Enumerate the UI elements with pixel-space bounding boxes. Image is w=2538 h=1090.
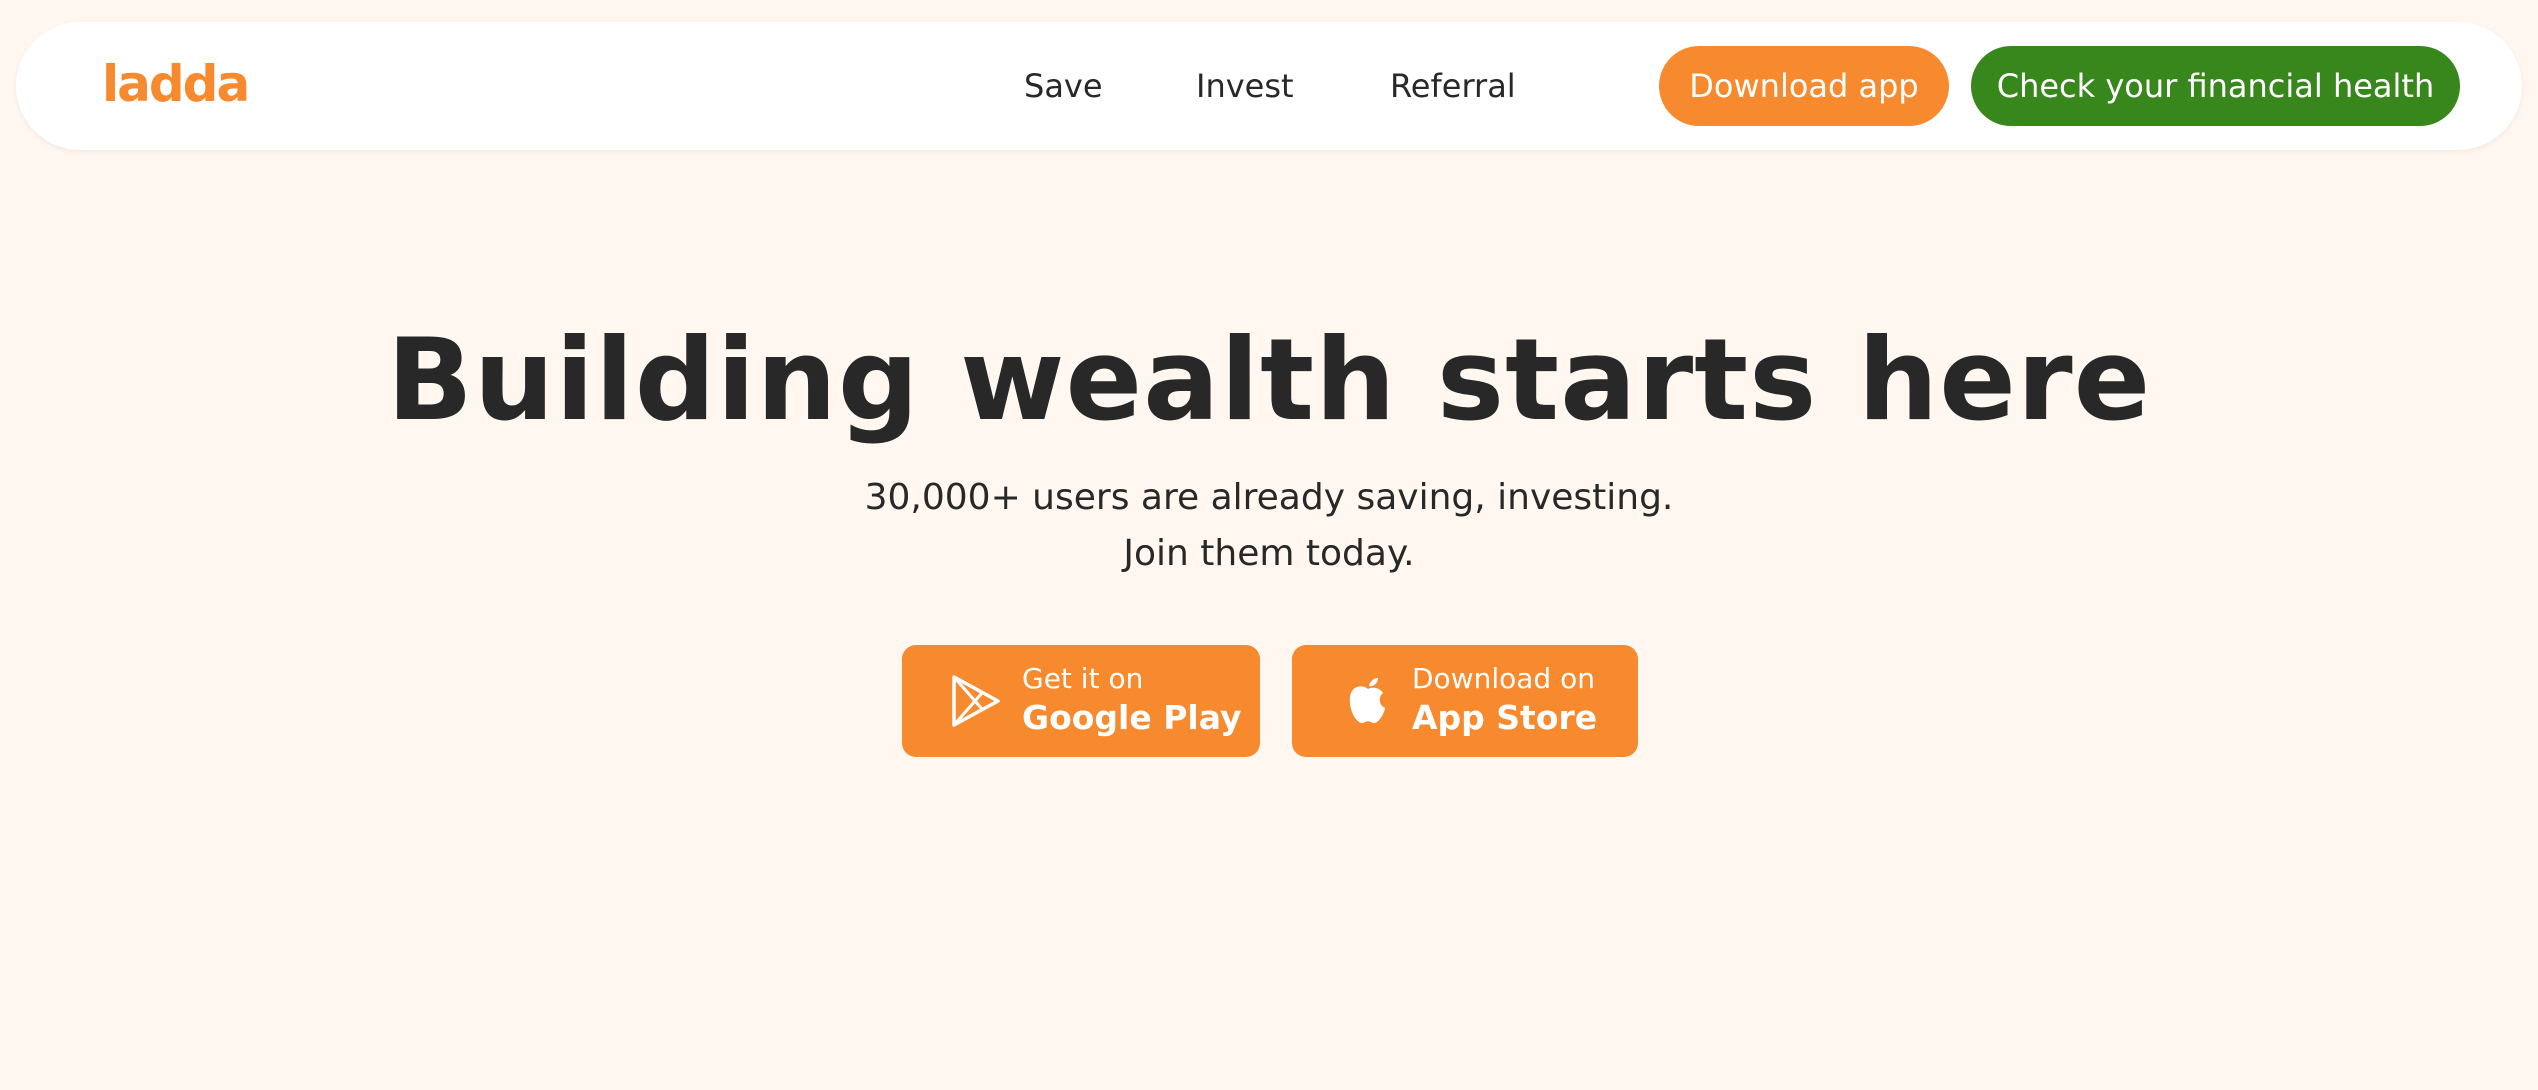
- google-play-small-text: Get it on: [1022, 662, 1144, 695]
- top-navbar: ladda Save Invest Referral Download app …: [16, 22, 2522, 150]
- app-store-small-text: Download on: [1412, 662, 1595, 695]
- ladda-logo[interactable]: ladda: [102, 54, 250, 114]
- hero-subtitle-line-1: 30,000+ users are already saving, invest…: [864, 477, 1674, 518]
- hero-title: Building wealth starts here: [386, 314, 2152, 446]
- app-store-button[interactable]: Download on App Store: [1292, 645, 1638, 757]
- nav-link-referral[interactable]: Referral: [1390, 64, 1516, 108]
- app-store-big-text: App Store: [1412, 698, 1598, 737]
- download-app-button[interactable]: Download app: [1659, 46, 1949, 126]
- hero-subtitle-line-2: Join them today.: [1123, 533, 1415, 574]
- check-financial-health-button[interactable]: Check your financial health: [1971, 46, 2460, 126]
- nav-link-invest[interactable]: Invest: [1196, 64, 1294, 108]
- google-play-button[interactable]: Get it on Google Play: [902, 645, 1260, 757]
- apple-icon: [1349, 678, 1385, 723]
- google-play-icon: [952, 675, 1000, 727]
- nav-link-save[interactable]: Save: [1024, 64, 1103, 108]
- google-play-big-text: Google Play: [1022, 698, 1242, 737]
